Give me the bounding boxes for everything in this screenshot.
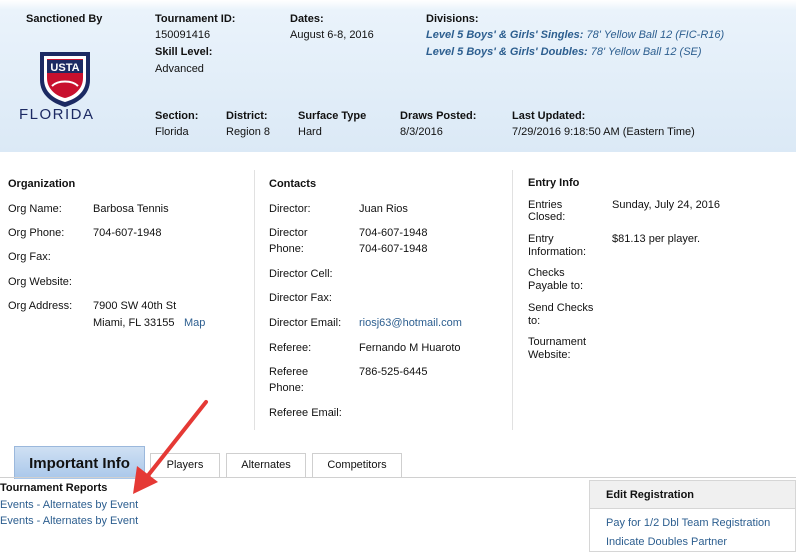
checks-payable-label-2: Payable to: <box>528 280 584 292</box>
org-address-line2: Miami, FL 33155 <box>93 317 175 329</box>
report-link-alternates-by-event-1[interactable]: Events - Alternates by Event <box>0 499 138 511</box>
director-fax-label: Director Fax: <box>269 292 332 304</box>
referee-value: Fernando M Huaroto <box>359 342 461 354</box>
section-value: Florida <box>155 126 189 138</box>
tab-important-info[interactable]: Important Info <box>14 446 145 479</box>
section-label: Section: <box>155 110 199 122</box>
tournament-website-label-1: Tournament <box>528 336 587 348</box>
entry-information-value: $81.13 per player. <box>612 233 701 245</box>
district-value: Region 8 <box>226 126 271 138</box>
org-address-line1: 7900 SW 40th St <box>93 300 177 312</box>
indicate-doubles-partner-link[interactable]: Indicate Doubles Partner <box>606 536 727 548</box>
director-phone-label-1: Director <box>269 227 308 239</box>
org-phone-label: Org Phone: <box>8 227 65 239</box>
usta-shield-logo: USTA <box>40 52 90 107</box>
map-link[interactable]: Map <box>184 317 205 329</box>
director-phone-label-2: Phone: <box>269 243 304 255</box>
tab-alternates[interactable]: Alternates <box>226 453 306 477</box>
florida-label: FLORIDA <box>19 106 95 123</box>
entry-info-title: Entry Info <box>528 177 580 189</box>
division-link-doubles[interactable]: Level 5 Boys' & Girls' Doubles: 78' Yell… <box>426 46 702 58</box>
skill-level-value: Advanced <box>155 63 204 75</box>
surface-type-label: Surface Type <box>298 110 367 122</box>
division-link-singles[interactable]: Level 5 Boys' & Girls' Singles: 78' Yell… <box>426 29 724 41</box>
tournament-header: Sanctioned By USTA FLORIDA Tournament ID… <box>0 0 796 152</box>
column-divider-1 <box>254 170 255 430</box>
referee-phone-value: 786-525-6445 <box>359 366 428 378</box>
report-link-alternates-by-event-2[interactable]: Events - Alternates by Event <box>0 515 138 527</box>
dates-label: Dates: <box>290 13 324 25</box>
entries-closed-label-2: Closed: <box>528 211 566 223</box>
director-phone-value-2: 704-607-1948 <box>359 243 428 255</box>
entry-information-label-1: Entry <box>528 233 554 245</box>
referee-email-label: Referee Email: <box>269 407 342 419</box>
edit-registration-title: Edit Registration <box>590 481 795 509</box>
tab-competitors[interactable]: Competitors <box>312 453 402 477</box>
director-value: Juan Rios <box>359 203 408 215</box>
skill-level-label: Skill Level: <box>155 46 213 58</box>
director-email-link[interactable]: riosj63@hotmail.com <box>359 317 462 329</box>
draws-posted-label: Draws Posted: <box>400 110 477 122</box>
send-checks-label-1: Send Checks <box>528 302 594 314</box>
tournament-id-value: 150091416 <box>155 29 211 41</box>
edit-registration-panel: Edit Registration Pay for 1/2 Dbl Team R… <box>589 480 796 552</box>
pay-dbl-team-registration-link[interactable]: Pay for 1/2 Dbl Team Registration <box>606 517 770 529</box>
organization-title: Organization <box>8 178 76 190</box>
tab-players[interactable]: Players <box>150 453 220 477</box>
director-cell-label: Director Cell: <box>269 268 333 280</box>
org-address-label: Org Address: <box>8 300 73 312</box>
last-updated-label: Last Updated: <box>512 110 586 122</box>
draws-posted-value: 8/3/2016 <box>400 126 443 138</box>
director-phone-value-1: 704-607-1948 <box>359 227 428 239</box>
org-name-value: Barbosa Tennis <box>93 203 169 215</box>
tabs-underline <box>0 477 796 478</box>
column-divider-2 <box>512 170 513 430</box>
sanctioned-by-label: Sanctioned By <box>26 13 103 25</box>
org-fax-label: Org Fax: <box>8 251 51 263</box>
referee-label: Referee: <box>269 342 312 354</box>
entries-closed-value: Sunday, July 24, 2016 <box>612 199 721 211</box>
checks-payable-label-1: Checks <box>528 267 565 279</box>
director-label: Director: <box>269 203 311 215</box>
entry-information-label-2: Information: <box>528 246 587 258</box>
contacts-title: Contacts <box>269 178 317 190</box>
tournament-website-label-2: Website: <box>528 349 571 361</box>
org-name-label: Org Name: <box>8 203 62 215</box>
org-phone-value: 704-607-1948 <box>93 227 162 239</box>
director-email-label: Director Email: <box>269 317 342 329</box>
entries-closed-label-1: Entries <box>528 199 563 211</box>
district-label: District: <box>226 110 268 122</box>
dates-value: August 6-8, 2016 <box>290 29 374 41</box>
referee-phone-label-1: Referee <box>269 366 309 378</box>
referee-phone-label-2: Phone: <box>269 382 304 394</box>
org-website-label: Org Website: <box>8 276 72 288</box>
last-updated-value: 7/29/2016 9:18:50 AM (Eastern Time) <box>512 126 695 138</box>
usta-logo-text: USTA <box>50 62 79 74</box>
tournament-reports-title: Tournament Reports <box>0 482 108 494</box>
surface-type-value: Hard <box>298 126 322 138</box>
divisions-label: Divisions: <box>426 13 479 25</box>
send-checks-label-2: to: <box>528 315 541 327</box>
tournament-id-label: Tournament ID: <box>155 13 236 25</box>
